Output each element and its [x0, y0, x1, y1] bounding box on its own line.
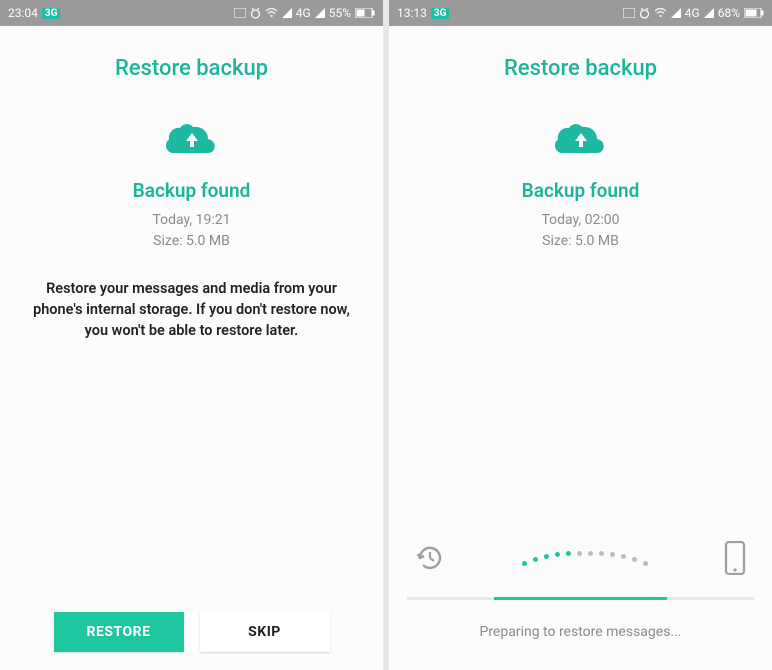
history-icon [415, 543, 445, 577]
backup-meta: Today, 02:00 Size: 5.0 MB [389, 210, 772, 252]
transfer-animation [407, 541, 754, 583]
signal-icon-2 [315, 8, 325, 18]
sim-icon [623, 8, 635, 18]
alarm-icon [639, 8, 650, 19]
network-type: 4G [296, 6, 311, 20]
screen-restore-prompt: 23:04 3G 4G 55% Restore backup Backup fo… [0, 0, 383, 670]
page-title: Restore backup [389, 56, 772, 81]
backup-found-heading: Backup found [0, 179, 383, 202]
cloud-upload-icon [164, 121, 220, 161]
page-title: Restore backup [0, 56, 383, 81]
status-time: 23:04 [8, 6, 38, 20]
battery-percent: 68% [718, 6, 740, 20]
signal-icon [671, 8, 681, 18]
status-bar: 23:04 3G 4G 55% [0, 0, 383, 26]
transfer-dots [445, 549, 724, 571]
restore-button[interactable]: RESTORE [54, 612, 184, 652]
screen-restore-progress: 13:13 3G 4G 68% Restore backup Backup fo… [389, 0, 772, 670]
backup-found-heading: Backup found [389, 179, 772, 202]
status-time: 13:13 [397, 6, 427, 20]
battery-percent: 55% [329, 6, 351, 20]
progress-panel: Preparing to restore messages... [389, 525, 772, 670]
progress-fill [494, 597, 668, 600]
alarm-icon [250, 8, 261, 19]
wifi-icon [265, 8, 278, 18]
phone-icon [724, 541, 746, 579]
network-type: 4G [685, 6, 700, 20]
skip-button[interactable]: SKIP [200, 612, 330, 652]
backup-timestamp: Today, 19:21 [0, 210, 383, 231]
cloud-upload-icon [553, 121, 609, 161]
network-badge: 3G [42, 8, 61, 19]
battery-icon [355, 8, 375, 18]
restore-description: Restore your messages and media from you… [20, 278, 363, 341]
progress-status: Preparing to restore messages... [407, 624, 754, 640]
backup-timestamp: Today, 02:00 [389, 210, 772, 231]
wifi-icon [654, 8, 667, 18]
status-bar: 13:13 3G 4G 68% [389, 0, 772, 26]
backup-size: Size: 5.0 MB [0, 231, 383, 252]
signal-icon-2 [704, 8, 714, 18]
backup-size: Size: 5.0 MB [389, 231, 772, 252]
sim-icon [234, 8, 246, 18]
progress-bar [407, 597, 754, 600]
battery-icon [744, 8, 764, 18]
button-bar: RESTORE SKIP [0, 612, 383, 652]
signal-icon [282, 8, 292, 18]
network-badge: 3G [431, 8, 450, 19]
backup-meta: Today, 19:21 Size: 5.0 MB [0, 210, 383, 252]
